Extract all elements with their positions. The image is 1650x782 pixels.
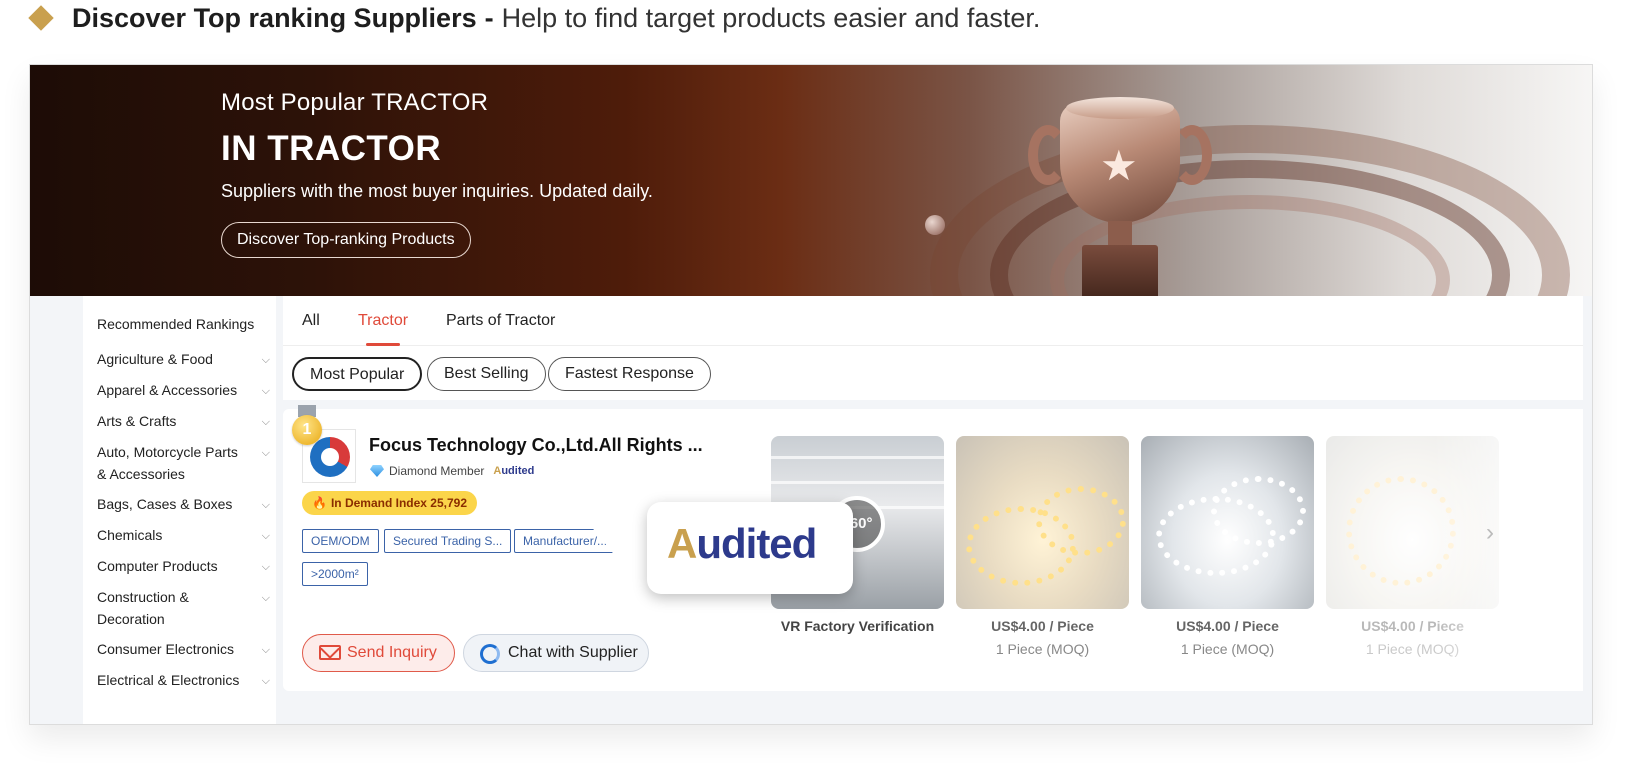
sidebar-item-arts[interactable]: Arts & Crafts ⌵ (97, 410, 272, 432)
sidebar-item-apparel[interactable]: Apparel & Accessories ⌵ (97, 379, 272, 401)
tag-area: >2000m² (302, 562, 368, 586)
led-strip-shape (1211, 476, 1306, 546)
product-caption: US$4.00 / Piece 1 Piece (MOQ) (956, 618, 1129, 657)
trophy-illustration: ★ (1020, 85, 1220, 296)
tag-oem: OEM/ODM (302, 529, 379, 553)
chat-with-supplier-button[interactable]: Chat with Supplier (463, 634, 649, 672)
headline-bold: Discover Top ranking Suppliers (72, 2, 477, 33)
banner: ★ Most Popular TRACTOR IN TRACTOR Suppli… (30, 65, 1592, 296)
factory-beam (771, 456, 944, 459)
send-inquiry-button[interactable]: Send Inquiry (302, 634, 455, 672)
sidebar-item-computer[interactable]: Computer Products ⌵ (97, 555, 272, 577)
audited-logo-a: A (667, 520, 697, 567)
audited-logo-icon: Audited (667, 520, 817, 568)
product-price: US$4.00 / Piece (1176, 618, 1279, 634)
product-moq: 1 Piece (MOQ) (995, 641, 1090, 657)
sidebar-item-label: Electrical & Electronics (97, 672, 240, 688)
sidebar-item-label: Auto, Motorcycle Parts & Accessories (97, 444, 238, 482)
sidebar-item-consumer-electronics[interactable]: Consumer Electronics ⌵ (97, 638, 272, 660)
page-headline: Discover Top ranking Suppliers - Help to… (26, 0, 1040, 36)
send-inquiry-label: Send Inquiry (347, 644, 437, 661)
filter-fastest-response[interactable]: Fastest Response (548, 357, 711, 391)
sidebar-item-bags[interactable]: Bags, Cases & Boxes ⌵ (97, 493, 272, 515)
banner-small-title: Most Popular TRACTOR (221, 89, 489, 116)
tag-secured-trading: Secured Trading S... (384, 529, 512, 553)
mail-icon (319, 645, 341, 660)
banner-big-title: IN TRACTOR (221, 129, 442, 168)
sidebar-item-label: Computer Products (97, 558, 218, 574)
audited-logo-rest: udited (696, 520, 817, 567)
sphere-decoration (925, 215, 945, 235)
chevron-down-icon: ⌵ (261, 561, 270, 573)
headline-rest: Help to find target products easier and … (501, 2, 1041, 33)
chevron-down-icon: ⌵ (261, 675, 270, 687)
sidebar-item-label: Agriculture & Food (97, 351, 213, 367)
member-level: Diamond Member (389, 464, 485, 478)
sidebar-item-label: Consumer Electronics (97, 641, 234, 657)
diamond-member-icon (370, 465, 384, 477)
supplier-card: 1 Focus Technology Co.,Ltd.All Rights ..… (283, 405, 1583, 691)
audited-callout: Audited (647, 502, 853, 594)
filter-best-selling[interactable]: Best Selling (427, 357, 546, 391)
product-moq: 1 Piece (MOQ) (1180, 641, 1275, 657)
chevron-down-icon: ⌵ (261, 447, 270, 459)
product-price: US$4.00 / Piece (991, 618, 1094, 634)
audited-badge-icon: Audited (493, 465, 534, 477)
star-icon: ★ (1100, 142, 1138, 189)
headline-separator: - (484, 2, 494, 33)
trophy-rim (1066, 97, 1174, 119)
sidebar-item-chemicals[interactable]: Chemicals ⌵ (97, 524, 272, 546)
ranking-main: All Tractor Parts of Tractor Most Popula… (283, 296, 1583, 724)
vr-factory-caption: VR Factory Verification (780, 618, 935, 634)
diamond-bullet-icon (28, 5, 54, 31)
category-sidebar: Recommended Rankings Agriculture & Food … (83, 296, 276, 724)
flame-icon: 🔥 (312, 496, 327, 510)
rank-medal-icon: 1 (292, 415, 322, 445)
sidebar-item-agriculture[interactable]: Agriculture & Food ⌵ (97, 348, 272, 370)
filter-most-popular[interactable]: Most Popular (292, 357, 423, 391)
trophy-base (1082, 245, 1158, 296)
ranking-panel: ★ Most Popular TRACTOR IN TRACTOR Suppli… (29, 64, 1593, 725)
chevron-right-icon[interactable]: › (1486, 519, 1494, 547)
chevron-down-icon: ⌵ (261, 354, 270, 366)
sidebar-item-label: Chemicals (97, 527, 163, 543)
sidebar-item-electrical[interactable]: Electrical & Electronics ⌵ (97, 669, 272, 691)
chevron-down-icon: ⌵ (261, 644, 270, 656)
chevron-down-icon: ⌵ (261, 530, 270, 542)
product-thumbnail[interactable] (956, 436, 1129, 609)
tab-parts-of-tractor[interactable]: Parts of Tractor (446, 312, 555, 330)
product-thumbnail[interactable] (1141, 436, 1314, 609)
product-caption: US$4.00 / Piece 1 Piece (MOQ) (1141, 618, 1314, 657)
banner-text: Most Popular TRACTOR IN TRACTOR Supplier… (221, 89, 653, 258)
chevron-down-icon: ⌵ (261, 385, 270, 397)
audited-mini-rest: udited (501, 465, 535, 477)
carousel-fade (1433, 409, 1583, 691)
chevron-down-icon: ⌵ (261, 592, 270, 604)
discover-products-button[interactable]: Discover Top-ranking Products (221, 222, 471, 258)
demand-index-text: In Demand Index 25,792 (330, 496, 468, 510)
company-logo-icon (310, 437, 350, 477)
led-strip-shape (1036, 486, 1126, 556)
tab-tractor[interactable]: Tractor (358, 312, 408, 330)
chat-icon (480, 644, 500, 664)
member-row: Diamond Member Audited (370, 464, 534, 478)
company-name-link[interactable]: Focus Technology Co.,Ltd.All Rights ... (369, 435, 703, 456)
sidebar-heading[interactable]: Recommended Rankings (97, 316, 254, 332)
sort-filters: Most Popular Best Selling Fastest Respon… (283, 346, 1583, 400)
chevron-down-icon: ⌵ (261, 416, 270, 428)
sidebar-item-label: Arts & Crafts (97, 413, 177, 429)
sidebar-item-label: Construction & Decoration (97, 589, 189, 627)
sidebar-item-label: Apparel & Accessories (97, 382, 238, 398)
chevron-down-icon: ⌵ (261, 499, 270, 511)
factory-beam (771, 481, 944, 484)
banner-subtitle: Suppliers with the most buyer inquiries.… (221, 181, 653, 201)
category-tabs: All Tractor Parts of Tractor (283, 296, 1583, 346)
demand-index-badge: 🔥 In Demand Index 25,792 (302, 491, 478, 515)
chat-label: Chat with Supplier (508, 644, 638, 661)
sidebar-item-construction[interactable]: Construction & Decoration ⌵ (97, 586, 270, 630)
sidebar-item-label: Bags, Cases & Boxes (97, 496, 233, 512)
sidebar-item-auto[interactable]: Auto, Motorcycle Parts & Accessories ⌵ (97, 441, 270, 485)
tab-all[interactable]: All (302, 312, 320, 330)
